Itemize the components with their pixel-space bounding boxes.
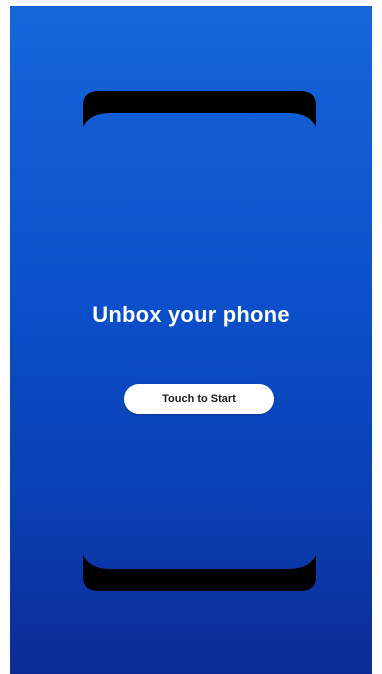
welcome-screen: Unbox your phone Touch to Start <box>10 6 372 674</box>
phone-bottom-bezel-icon <box>83 555 316 591</box>
phone-top-bezel-icon <box>83 91 316 127</box>
page-title: Unbox your phone <box>92 302 290 327</box>
touch-to-start-button[interactable]: Touch to Start <box>124 384 274 414</box>
